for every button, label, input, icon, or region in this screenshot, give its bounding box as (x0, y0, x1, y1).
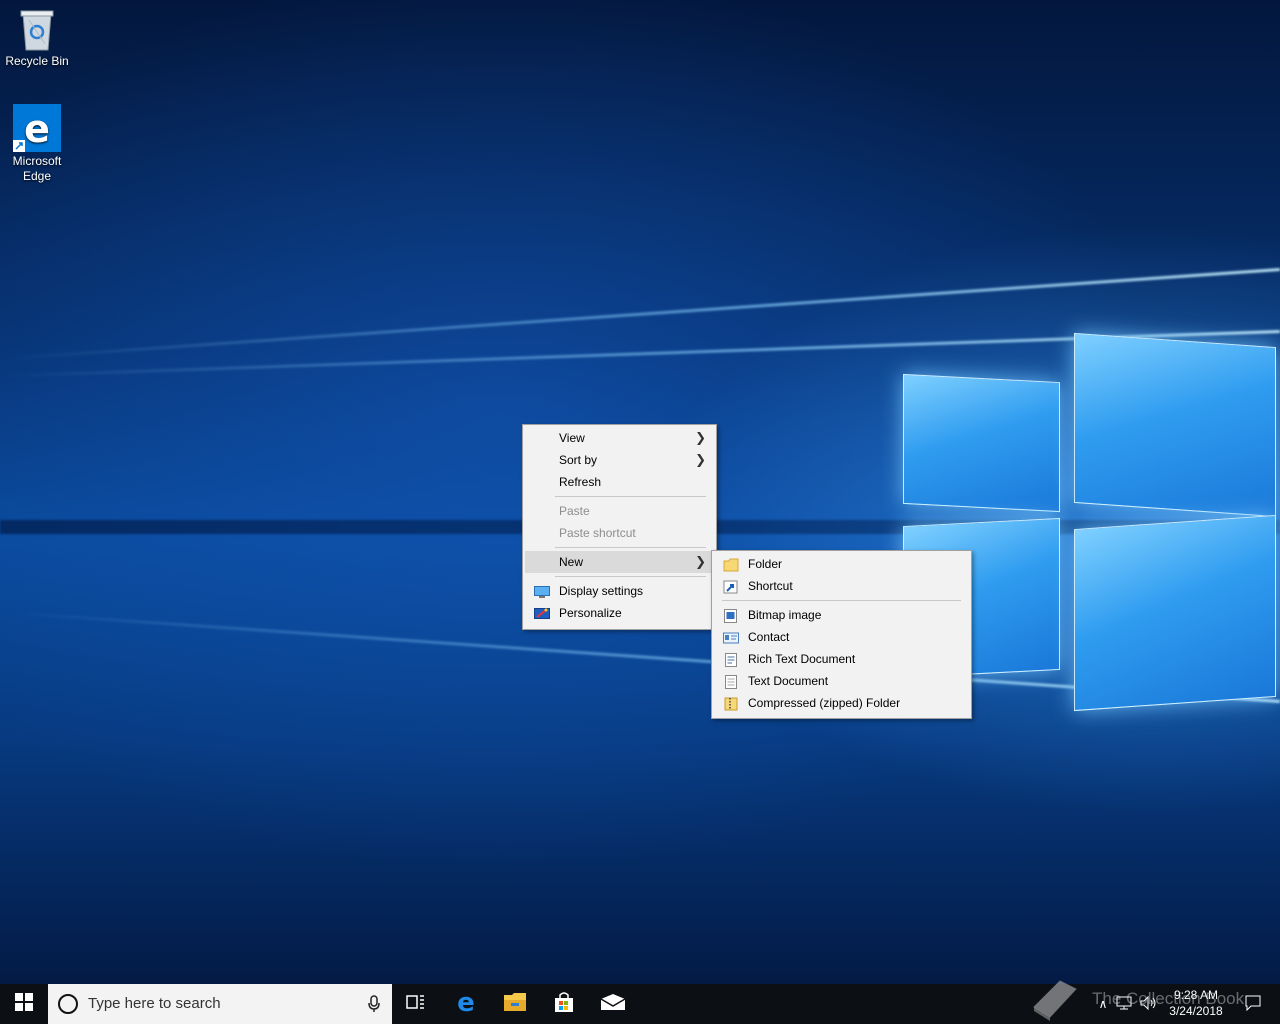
desktop-icon-recycle-bin[interactable]: Recycle Bin (0, 8, 74, 69)
menu-item-paste[interactable]: Paste (525, 500, 714, 522)
submenu-item-compressed-folder[interactable]: Compressed (zipped) Folder (714, 692, 969, 714)
folder-icon (723, 557, 739, 572)
menu-item-label: Rich Text Document (748, 652, 856, 666)
taskbar-search-box[interactable]: Type here to search (48, 984, 392, 1024)
submenu-item-shortcut[interactable]: Shortcut (714, 575, 969, 597)
menu-item-label: Bitmap image (748, 608, 822, 622)
desktop-context-menu: View ❯ Sort by ❯ Refresh Paste Paste sho… (522, 424, 717, 630)
notification-icon (1245, 995, 1261, 1014)
submenu-item-folder[interactable]: Folder (714, 553, 969, 575)
store-icon (553, 991, 575, 1018)
menu-item-label: Sort by (559, 453, 598, 467)
taskbar-store-button[interactable] (540, 984, 588, 1024)
microphone-icon[interactable] (368, 995, 380, 1017)
task-view-button[interactable] (392, 984, 440, 1024)
menu-item-display-settings[interactable]: Display settings (525, 580, 714, 602)
bitmap-icon (723, 608, 739, 623)
edge-icon: e (454, 988, 478, 1019)
windows-logo-icon (15, 992, 33, 1016)
submenu-item-rich-text-document[interactable]: Rich Text Document (714, 648, 969, 670)
rich-text-icon (723, 652, 739, 667)
svg-text:e: e (457, 990, 475, 1014)
menu-item-label: Shortcut (748, 579, 793, 593)
menu-item-label: View (559, 431, 585, 445)
menu-item-label: Paste shortcut (559, 526, 636, 540)
mail-icon (600, 993, 626, 1016)
menu-item-label: Text Document (748, 674, 829, 688)
taskbar-file-explorer-button[interactable] (491, 984, 539, 1024)
menu-item-personalize[interactable]: Personalize (525, 602, 714, 624)
chevron-right-icon: ❯ (695, 430, 706, 445)
wallpaper-logo-pane (903, 373, 1060, 513)
menu-item-label: Display settings (559, 584, 644, 598)
menu-separator (722, 600, 961, 601)
menu-item-label: Personalize (559, 606, 622, 620)
desktop[interactable]: Recycle Bin e Microsoft Edge View ❯ Sort… (0, 0, 1280, 984)
desktop-icon-label: Recycle Bin (5, 54, 69, 68)
personalize-icon (534, 606, 550, 620)
new-submenu: Folder Shortcut Bitmap image Contact Ric… (711, 550, 972, 719)
taskbar: Type here to search e ∧ 9:28 AM 3/24/201… (0, 984, 1280, 1024)
menu-item-refresh[interactable]: Refresh (525, 471, 714, 493)
menu-item-label: Refresh (559, 475, 602, 489)
svg-text:e: e (24, 107, 50, 151)
menu-separator (555, 576, 706, 577)
desktop-icon-label: Microsoft Edge (12, 154, 62, 183)
shortcut-icon (723, 579, 739, 594)
menu-item-new[interactable]: New ❯ (525, 551, 714, 573)
submenu-item-bitmap-image[interactable]: Bitmap image (714, 604, 969, 626)
display-icon (534, 584, 550, 598)
watermark-book-icon (1030, 977, 1080, 1021)
menu-separator (555, 547, 706, 548)
submenu-item-text-document[interactable]: Text Document (714, 670, 969, 692)
text-document-icon (723, 674, 739, 689)
chevron-right-icon: ❯ (695, 554, 706, 569)
menu-item-label: New (559, 555, 584, 569)
file-explorer-icon (503, 992, 527, 1017)
taskbar-edge-button[interactable]: e (442, 984, 490, 1024)
menu-item-label: Compressed (zipped) Folder (748, 696, 901, 710)
menu-item-sort-by[interactable]: Sort by ❯ (525, 449, 714, 471)
menu-item-paste-shortcut[interactable]: Paste shortcut (525, 522, 714, 544)
menu-item-label: Paste (559, 504, 590, 518)
start-button[interactable] (0, 984, 48, 1024)
edge-icon: e (13, 104, 61, 152)
menu-item-label: Folder (748, 557, 783, 571)
taskbar-mail-button[interactable] (589, 984, 637, 1024)
wallpaper-logo-pane (1074, 332, 1276, 518)
menu-item-label: Contact (748, 630, 790, 644)
submenu-item-contact[interactable]: Contact (714, 626, 969, 648)
zip-folder-icon (723, 696, 739, 711)
menu-separator (555, 496, 706, 497)
menu-item-view[interactable]: View ❯ (525, 427, 714, 449)
chevron-right-icon: ❯ (695, 452, 706, 467)
watermark-text: The Collection Book (1092, 989, 1245, 1008)
recycle-bin-icon (17, 8, 57, 52)
desktop-icon-microsoft-edge[interactable]: e Microsoft Edge (0, 104, 74, 184)
cortana-icon (58, 994, 78, 1014)
wallpaper-logo-pane (1074, 514, 1276, 712)
contact-icon (723, 630, 739, 644)
task-view-icon (406, 994, 426, 1015)
search-placeholder: Type here to search (88, 995, 221, 1012)
